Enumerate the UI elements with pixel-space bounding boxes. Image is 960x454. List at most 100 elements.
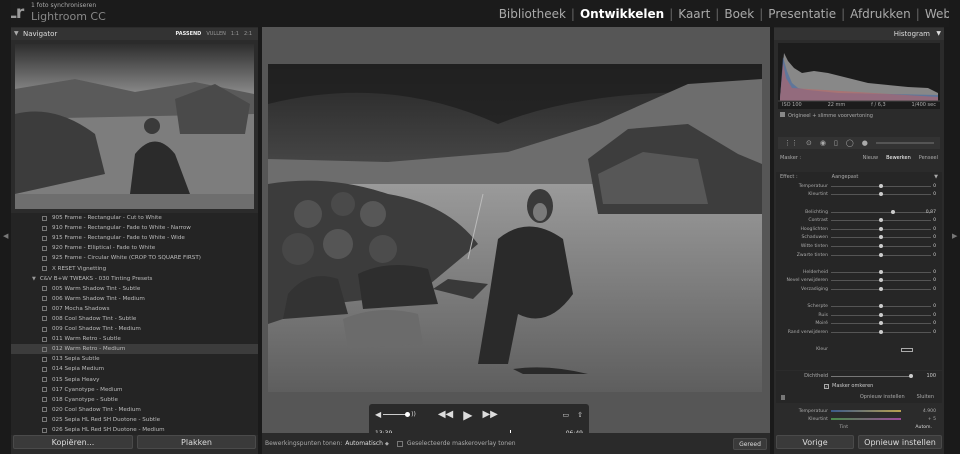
preset-item[interactable]: 025 Sepia HL Red SH Duotone - Subtle	[11, 415, 258, 425]
preset-item[interactable]: 017 Cyanotype - Medium	[11, 385, 258, 395]
preset-item[interactable]: 015 Sepia Heavy	[11, 375, 258, 385]
adjustment-slider[interactable]	[831, 243, 931, 248]
adjustment-brush-icon[interactable]: ●	[862, 139, 868, 147]
show-mask-overlay-checkbox[interactable]	[396, 440, 403, 447]
preset-item[interactable]: X RESET Vignetting	[11, 263, 258, 273]
adjustment-slider[interactable]	[831, 321, 931, 326]
preview-checkbox[interactable]	[780, 112, 785, 117]
presets-list[interactable]: 905 Frame - Rectangular - Cut to White 91…	[11, 213, 258, 435]
histogram-header[interactable]: Histogram ▼	[774, 28, 944, 40]
mask-toggle-icon[interactable]	[781, 394, 785, 400]
edit-pins-select[interactable]: Automatisch	[345, 440, 383, 447]
effect-select[interactable]: Aangepast	[832, 174, 859, 180]
radial-filter-icon[interactable]: ◯	[846, 139, 854, 147]
volume-knob[interactable]	[405, 412, 411, 417]
play-icon[interactable]: ▶	[463, 408, 472, 422]
histogram[interactable]: ISO 100 22 mm f / 6,3 1/400 sec	[778, 43, 940, 109]
adjustment-slider[interactable]	[831, 218, 931, 223]
preset-item[interactable]: 005 Warm Shadow Tint - Subtle	[11, 284, 258, 294]
adjustment-slider[interactable]	[831, 226, 931, 231]
module-afdrukken[interactable]: Afdrukken	[845, 7, 916, 21]
slider-knob[interactable]	[879, 329, 883, 334]
preset-item[interactable]: 007 Mocha Shadows	[11, 304, 258, 314]
density-slider[interactable]	[831, 373, 913, 378]
zoom-2-1[interactable]: 2:1	[244, 28, 252, 40]
slider-knob[interactable]	[879, 243, 883, 248]
navigator-preview[interactable]	[15, 44, 254, 209]
slider-knob[interactable]	[879, 252, 883, 257]
sync-status[interactable]: 1 foto synchroniseren	[31, 2, 96, 9]
spot-removal-icon[interactable]: ⊙	[806, 139, 812, 147]
zoom-fill[interactable]: VULLEN	[206, 28, 226, 40]
color-swatch[interactable]	[901, 347, 913, 352]
mask-new-tab[interactable]: Nieuw	[863, 155, 878, 161]
adjustment-slider[interactable]	[831, 304, 931, 309]
red-eye-icon[interactable]: ◉	[820, 139, 826, 147]
preset-item[interactable]: 012 Warm Retro - Medium	[11, 344, 258, 355]
done-button[interactable]: Gereed	[733, 437, 767, 450]
preset-item[interactable]: 008 Cool Shadow Tint - Subtle	[11, 314, 258, 324]
auto-tone-button[interactable]: Autom.	[915, 425, 932, 430]
right-panel-toggle-icon[interactable]: ▶	[952, 232, 957, 240]
preset-item[interactable]: 018 Cyanotype - Subtle	[11, 395, 258, 405]
adjustment-slider[interactable]	[831, 209, 931, 214]
slider-knob[interactable]	[891, 209, 895, 214]
graduated-filter-icon[interactable]: ▯	[834, 139, 838, 147]
slider-knob[interactable]	[879, 312, 883, 317]
volume-icon[interactable]: ◀	[375, 410, 381, 419]
paste-settings-button[interactable]: Plakken	[137, 435, 256, 449]
adjustment-slider[interactable]	[831, 252, 931, 257]
adjustment-slider[interactable]	[831, 192, 931, 197]
slider-knob[interactable]	[879, 183, 883, 188]
slider-knob[interactable]	[879, 218, 883, 223]
module-ontwikkelen[interactable]: Ontwikkelen	[575, 7, 669, 21]
wb-temp-slider[interactable]	[831, 410, 901, 412]
main-photo[interactable]	[268, 64, 762, 392]
adjustment-slider[interactable]	[831, 183, 931, 188]
adjustment-slider[interactable]	[831, 278, 931, 283]
tool-slider[interactable]	[875, 142, 934, 144]
zoom-fit[interactable]: PASSEND	[176, 28, 202, 40]
navigator-header[interactable]: ▼ Navigator PASSEND VULLEN 1:1 2:1	[11, 28, 258, 40]
module-bibliotheek[interactable]: Bibliotheek	[494, 7, 571, 21]
module-presentatie[interactable]: Presentatie	[763, 7, 841, 21]
preset-item[interactable]: 011 Warm Retro - Subtle	[11, 334, 258, 344]
adjustment-slider[interactable]	[831, 235, 931, 240]
density-knob[interactable]	[909, 373, 913, 378]
slider-knob[interactable]	[879, 269, 883, 274]
preset-item[interactable]: 013 Sepia Subtle	[11, 354, 258, 364]
preset-item[interactable]: 925 Frame - Circular White (CROP TO SQUA…	[11, 253, 258, 263]
dropdown-arrow-icon[interactable]: ◆	[385, 441, 389, 447]
preset-item[interactable]: 920 Frame - Elliptical - Fade to White	[11, 243, 258, 253]
fast-forward-icon[interactable]: ▶▶	[482, 409, 497, 420]
copy-settings-button[interactable]: Kopiëren...	[13, 435, 133, 449]
preset-item[interactable]: 915 Frame - Rectangular - Fade to White …	[11, 233, 258, 243]
rewind-icon[interactable]: ◀◀	[438, 409, 453, 420]
airplay-icon[interactable]: ▭	[563, 411, 570, 419]
mask-close-button[interactable]: Sluiten	[917, 394, 934, 400]
crop-tool-icon[interactable]: ⋮⋮	[784, 139, 798, 147]
left-panel-toggle-icon[interactable]: ◀	[3, 232, 8, 240]
preset-item[interactable]: 910 Frame - Rectangular - Fade to White …	[11, 223, 258, 233]
slider-knob[interactable]	[879, 226, 883, 231]
module-boek[interactable]: Boek	[719, 7, 759, 21]
preset-item[interactable]: 905 Frame - Rectangular - Cut to White	[11, 213, 258, 223]
preset-item[interactable]: 009 Cool Shadow Tint - Medium	[11, 324, 258, 334]
adjustment-slider[interactable]	[831, 286, 931, 291]
slider-knob[interactable]	[879, 286, 883, 291]
wb-tint-slider[interactable]	[831, 418, 901, 420]
share-icon[interactable]: ⇧	[577, 411, 583, 419]
slider-knob[interactable]	[879, 304, 883, 309]
volume-slider[interactable]	[383, 412, 411, 417]
module-kaart[interactable]: Kaart	[673, 7, 715, 21]
reset-all-button[interactable]: Opnieuw instellen	[858, 435, 942, 449]
expand-triangle-icon[interactable]: ▼	[32, 276, 36, 282]
preset-item[interactable]: 014 Sepia Medium	[11, 364, 258, 374]
previous-button[interactable]: Vorige	[776, 435, 854, 449]
slider-knob[interactable]	[879, 278, 883, 283]
slider-knob[interactable]	[879, 192, 883, 197]
zoom-1-1[interactable]: 1:1	[231, 28, 239, 40]
adjustment-slider[interactable]	[831, 269, 931, 274]
invert-mask-checkbox[interactable]: ✓	[824, 383, 829, 389]
mask-edit-tab[interactable]: Bewerken	[886, 155, 911, 161]
